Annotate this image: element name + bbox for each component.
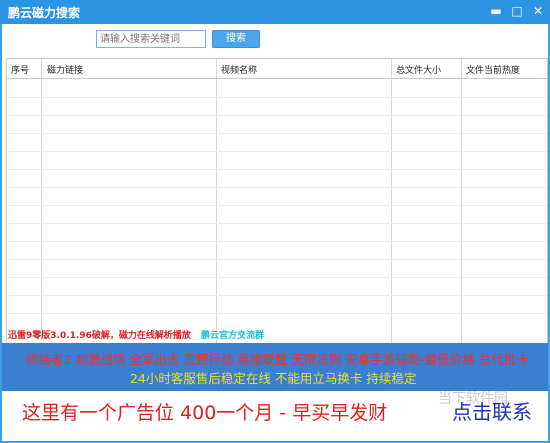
column-divider [216, 59, 217, 343]
main-content: 搜索 序号 磁力链接 视频名称 总文件大小 文件当前热度 [2, 24, 548, 441]
minimize-icon[interactable]: ▬ [487, 3, 505, 19]
ad-text: 这里有一个广告位 400一个月 - 早买早发财 [22, 402, 388, 424]
column-header-magnet[interactable]: 磁力链接 [47, 63, 83, 76]
row-divider [7, 205, 547, 206]
row-divider [7, 187, 547, 188]
row-divider [7, 241, 547, 242]
column-divider [391, 59, 392, 343]
contact-link[interactable]: 点击联系 [452, 396, 532, 425]
column-header-heat[interactable]: 文件当前热度 [466, 63, 520, 76]
row-divider [7, 151, 547, 152]
close-icon[interactable]: ✕ [529, 3, 547, 19]
window-title: 鹏云磁力搜索 [8, 6, 81, 20]
banner-line-1: 终结者2 刺激战场 全军出击 荒野行动 英雄联盟 无限法则 安卓手游辅助-最低价… [26, 352, 529, 367]
maximize-icon[interactable]: □ [508, 3, 526, 19]
search-input[interactable] [96, 30, 206, 48]
table-header: 序号 磁力链接 视频名称 总文件大小 文件当前热度 [7, 59, 547, 79]
column-divider [461, 59, 462, 343]
promo-banner[interactable]: 终结者2 刺激战场 全军出击 荒野行动 英雄联盟 无限法则 安卓手游辅助-最低价… [2, 343, 548, 391]
row-divider [7, 169, 547, 170]
title-bar[interactable]: 鹏云磁力搜索 ▬ □ ✕ [0, 0, 550, 24]
row-divider [7, 259, 547, 260]
column-header-index[interactable]: 序号 [11, 63, 29, 76]
group-link[interactable]: 鹏云官方交流群 [201, 328, 264, 341]
row-divider [7, 115, 547, 116]
row-divider [7, 313, 547, 314]
row-divider [7, 277, 547, 278]
banner-line-2: 24小时客服售后稳定在线 不能用立马换卡 持续稳定 [130, 371, 417, 386]
version-link[interactable]: 迅雷9零版3.0.1.96破解，磁力在线解析播放 [8, 328, 191, 341]
app-window: 鹏云磁力搜索 ▬ □ ✕ 搜索 序号 磁力链接 视频名称 总文件大小 文件当前热… [0, 0, 550, 443]
column-divider [41, 59, 42, 343]
search-button[interactable]: 搜索 [212, 30, 260, 48]
row-divider [7, 295, 547, 296]
column-header-video-name[interactable]: 视频名称 [221, 63, 257, 76]
row-divider [7, 97, 547, 98]
row-divider [7, 133, 547, 134]
column-header-size[interactable]: 总文件大小 [396, 63, 441, 76]
results-table[interactable]: 序号 磁力链接 视频名称 总文件大小 文件当前热度 [6, 58, 548, 344]
row-divider [7, 223, 547, 224]
